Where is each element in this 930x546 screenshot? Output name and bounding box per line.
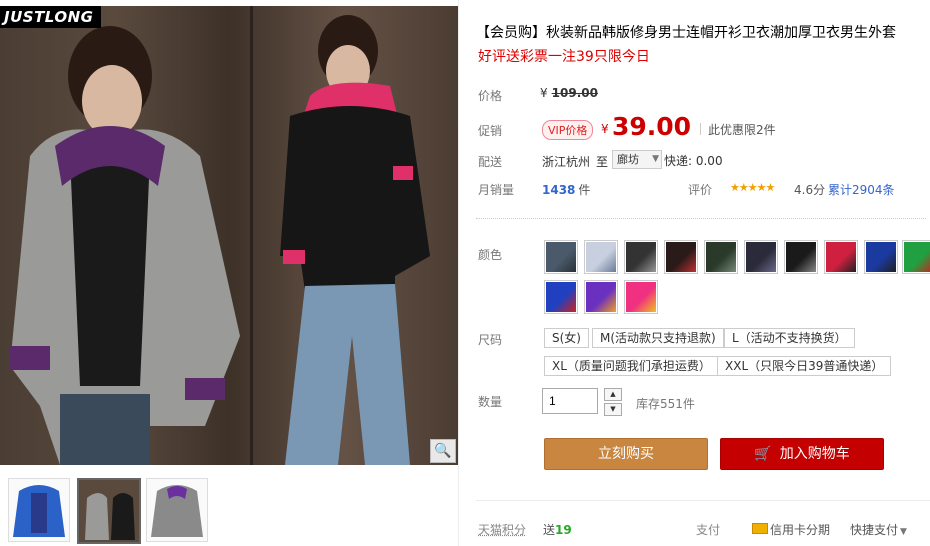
tmall-points-label[interactable]: 天猫积分 xyxy=(478,521,526,538)
price-separator xyxy=(700,123,701,135)
color-swatch-image xyxy=(626,282,656,312)
chevron-down-icon: ▼ xyxy=(652,154,659,164)
size-option-xl[interactable]: XL（质量问题我们承担运费） xyxy=(544,356,719,376)
ship-from: 浙江杭州 xyxy=(542,155,591,169)
product-info: 【会员购】秋装新品韩版修身男士连帽开衫卫衣潮加厚卫衣男生外套 好评送彩票一注39… xyxy=(476,0,930,546)
rating-score: 4.6分 xyxy=(794,183,826,197)
thumbnail-3[interactable] xyxy=(146,478,208,542)
points-value: 送19 xyxy=(543,521,572,538)
promo-currency: ¥ xyxy=(601,122,609,136)
footer-divider xyxy=(476,500,930,501)
color-swatch-6[interactable] xyxy=(744,240,778,274)
original-price-value: 109.00 xyxy=(551,86,598,100)
section-divider xyxy=(476,218,926,220)
quick-pay-dropdown[interactable]: 快捷支付 ▼ xyxy=(850,521,907,538)
destination-value: 廊坊 xyxy=(617,153,639,166)
color-swatch-12[interactable] xyxy=(584,280,618,314)
sales-count: 1438 xyxy=(542,183,576,197)
thumbnail-3-image xyxy=(151,485,203,537)
color-swatch-image xyxy=(546,242,576,272)
quantity-decrease-button[interactable]: ▼ xyxy=(604,403,622,416)
color-swatch-image xyxy=(546,282,576,312)
color-swatch-9[interactable] xyxy=(864,240,898,274)
rating-label: 评价 xyxy=(688,183,713,197)
color-swatch-image xyxy=(666,242,696,272)
color-swatch-image xyxy=(586,242,616,272)
model-photo xyxy=(10,6,430,465)
original-price: ¥109.00 xyxy=(540,86,598,100)
size-option-xxl[interactable]: XXL（只限今日39普通快递） xyxy=(717,356,892,376)
rating-stars-icon: ★★★★★ xyxy=(730,181,775,194)
color-swatch-image xyxy=(904,242,930,272)
color-swatch-image xyxy=(586,282,616,312)
reviews-link[interactable]: 累计2904条 xyxy=(828,181,895,198)
promo-price: 39.00 xyxy=(612,112,692,141)
promo-limit-note: 此优惠限2件 xyxy=(708,123,776,137)
size-label: 尺码 xyxy=(478,333,503,347)
color-swatch-image xyxy=(786,242,816,272)
magnifier-icon[interactable]: 🔍 xyxy=(430,439,456,463)
shipping-label: 配送 xyxy=(478,155,503,169)
stock-count: 库存551件 xyxy=(636,397,695,411)
ship-to-label: 至 xyxy=(596,155,609,169)
promo-label: 促销 xyxy=(478,124,503,138)
color-swatch-image xyxy=(826,242,856,272)
points-prefix: 送 xyxy=(543,523,556,537)
color-swatch-image xyxy=(746,242,776,272)
thumbnail-1[interactable] xyxy=(8,478,70,542)
payment-label: 支付 xyxy=(696,523,721,537)
color-swatch-image xyxy=(626,242,656,272)
currency-symbol: ¥ xyxy=(540,86,548,100)
color-label: 颜色 xyxy=(478,248,503,262)
color-swatch-1[interactable] xyxy=(544,240,578,274)
monthly-sales: 1438 件 xyxy=(542,181,590,198)
main-product-image[interactable]: JUSTLONG 🔍 xyxy=(0,6,458,465)
thumbnail-2[interactable] xyxy=(77,478,141,544)
size-option-m[interactable]: M(活动款只支持退款) xyxy=(592,328,724,348)
color-swatch-image xyxy=(866,242,896,272)
vip-badge: VIP价格 xyxy=(542,120,594,140)
color-swatch-5[interactable] xyxy=(704,240,738,274)
color-swatch-10[interactable] xyxy=(902,240,930,274)
thumbnail-2-image xyxy=(79,480,139,542)
destination-select[interactable]: 廊坊 ▼ xyxy=(612,150,662,169)
color-swatch-7[interactable] xyxy=(784,240,818,274)
color-swatch-image xyxy=(706,242,736,272)
color-swatch-3[interactable] xyxy=(624,240,658,274)
credit-installment[interactable]: 信用卡分期 xyxy=(770,521,830,538)
add-to-cart-button[interactable]: 🛒 加入购物车 xyxy=(720,438,884,470)
size-option-l[interactable]: L（活动不支持换货） xyxy=(724,328,855,348)
thumbnail-1-image xyxy=(13,485,65,537)
points-number: 19 xyxy=(555,523,572,537)
color-swatch-2[interactable] xyxy=(584,240,618,274)
price-label: 价格 xyxy=(478,89,503,103)
credit-card-icon xyxy=(752,523,768,534)
quick-pay-label: 快捷支付 xyxy=(850,523,899,537)
color-swatch-13[interactable] xyxy=(624,280,658,314)
color-swatch-8[interactable] xyxy=(824,240,858,274)
buy-now-button[interactable]: 立刻购买 xyxy=(544,438,708,470)
sales-label: 月销量 xyxy=(478,183,515,197)
color-swatch-11[interactable] xyxy=(544,280,578,314)
shipping-fee: 快递: 0.00 xyxy=(664,154,723,168)
quantity-increase-button[interactable]: ▲ xyxy=(604,388,622,401)
cart-icon: 🛒 xyxy=(754,446,772,462)
product-title: 【会员购】秋装新品韩版修身男士连帽开衫卫衣潮加厚卫衣男生外套 xyxy=(476,25,896,41)
product-subtitle: 好评送彩票一注39只限今日 xyxy=(478,49,650,65)
thumbnail-strip xyxy=(0,470,458,546)
color-swatch-4[interactable] xyxy=(664,240,698,274)
quantity-label: 数量 xyxy=(478,395,503,409)
sales-unit: 件 xyxy=(578,183,591,197)
add-to-cart-label: 加入购物车 xyxy=(779,446,850,462)
brand-logo: JUSTLONG xyxy=(0,6,102,28)
product-gallery: JUSTLONG 🔍 xyxy=(0,0,459,546)
chevron-down-icon: ▼ xyxy=(900,527,907,537)
size-option-s[interactable]: S(女) xyxy=(544,328,589,348)
quantity-input[interactable] xyxy=(542,388,598,414)
